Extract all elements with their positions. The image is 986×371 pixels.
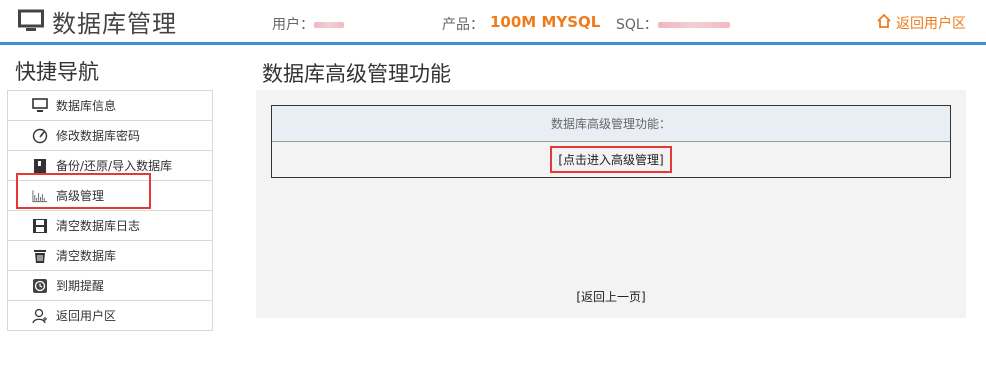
monitor-icon: [32, 98, 48, 114]
sidebar-item-clear-db[interactable]: 清空数据库: [8, 241, 212, 271]
page-title: 数据库高级管理功能: [262, 62, 451, 86]
advanced-table: 数据库高级管理功能： [点击进入高级管理]: [271, 105, 951, 178]
app-logo: 数据库管理: [18, 6, 177, 38]
product-value: 100M MYSQL: [490, 13, 601, 31]
user-label: 用户：: [272, 14, 344, 34]
sidebar-item-db-info[interactable]: 数据库信息: [8, 91, 212, 121]
chart-icon: [32, 188, 48, 204]
sidebar-item-expiry-reminder[interactable]: 到期提醒: [8, 271, 212, 301]
main-panel: 数据库高级管理功能： [点击进入高级管理] [返回上一页]: [256, 90, 966, 318]
sql-label: SQL：: [616, 14, 730, 34]
table-header: 数据库高级管理功能：: [272, 106, 950, 142]
gauge-icon: [32, 128, 48, 144]
user-icon: [32, 308, 48, 324]
trash-icon: [32, 248, 48, 264]
clock-icon: [32, 278, 48, 294]
page-header-title: 数据库管理: [52, 9, 177, 38]
back-link[interactable]: [返回上一页]: [256, 288, 966, 305]
sidebar-item-change-password[interactable]: 修改数据库密码: [8, 121, 212, 151]
enter-advanced-management-button[interactable]: [点击进入高级管理]: [550, 146, 672, 173]
table-row: [点击进入高级管理]: [272, 142, 950, 177]
product-label: 产品：: [442, 17, 484, 33]
home-icon: [876, 13, 896, 33]
sidebar-nav: 数据库信息 修改数据库密码 备份/还原/导入数据库 高级管理 清空数据库日志 清…: [7, 90, 213, 331]
nav-title: 快捷导航: [15, 60, 99, 84]
sidebar-item-clear-db-log[interactable]: 清空数据库日志: [8, 211, 212, 241]
sql-value-redacted: [657, 22, 730, 28]
sidebar-item-advanced-management[interactable]: 高级管理: [8, 181, 212, 211]
sidebar-item-backup-restore[interactable]: 备份/还原/导入数据库: [8, 151, 212, 181]
user-value-redacted: [314, 22, 344, 28]
sidebar-item-return-user-area[interactable]: 返回用户区: [8, 301, 212, 331]
return-user-area-label: 返回用户区: [896, 16, 966, 32]
monitor-icon: [18, 9, 44, 33]
archive-icon: [32, 158, 48, 174]
floppy-icon: [32, 218, 48, 234]
header-bar: 数据库管理 用户： 产品： 100M MYSQL SQL： 返回用户区: [0, 0, 986, 45]
return-user-area-link[interactable]: 返回用户区: [876, 13, 966, 33]
